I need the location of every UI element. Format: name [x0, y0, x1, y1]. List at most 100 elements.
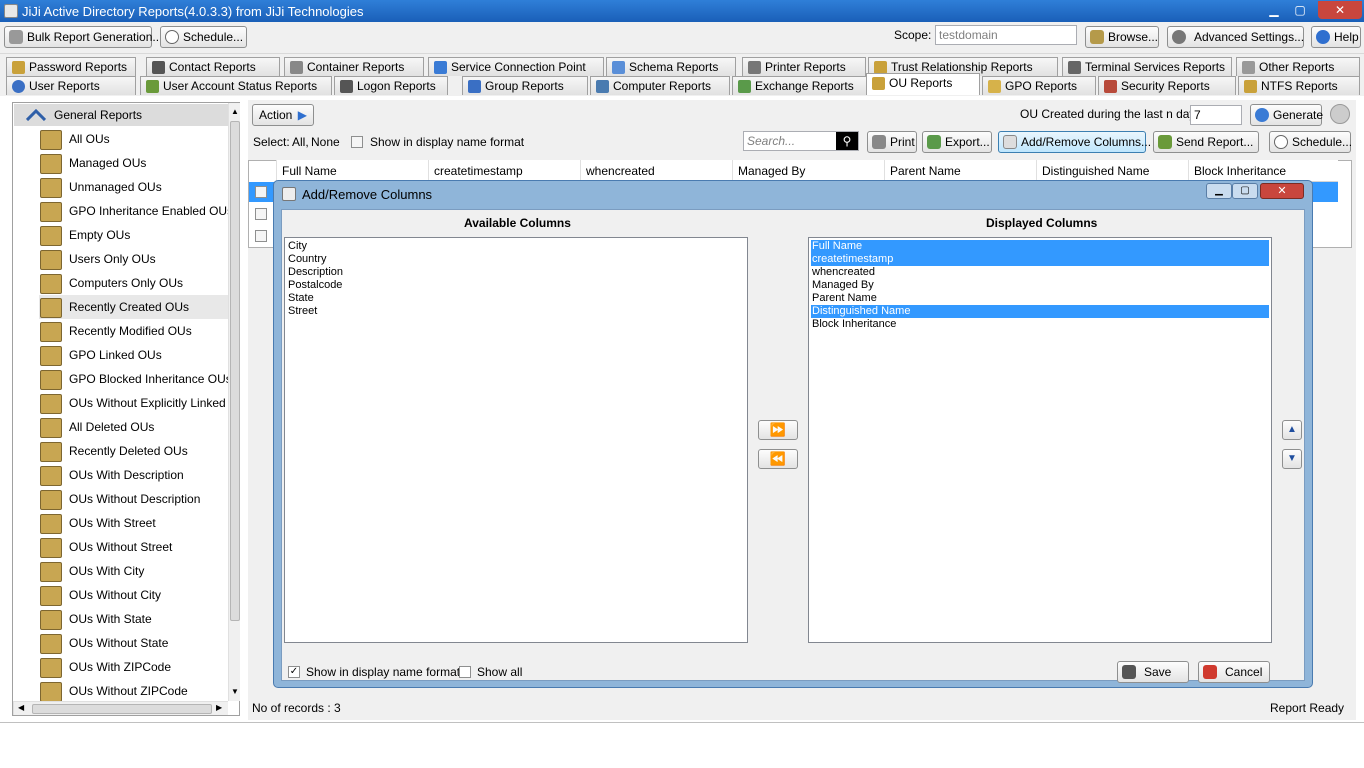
add-remove-columns-button[interactable]: Add/Remove Columns...: [998, 131, 1151, 153]
left-hscroll-thumb[interactable]: [32, 704, 212, 714]
save-button[interactable]: Save: [1117, 661, 1189, 683]
row-checkbox[interactable]: [255, 230, 267, 242]
tab-security-reports[interactable]: Security Reports: [1098, 76, 1236, 95]
available-column-item[interactable]: State: [287, 292, 314, 305]
nav-item[interactable]: OUs With State: [39, 607, 229, 631]
ou-days-input[interactable]: 7: [1190, 105, 1242, 125]
tab-logon-reports[interactable]: Logon Reports: [334, 76, 448, 95]
close-button[interactable]: ✕: [1318, 1, 1362, 19]
send-report-button[interactable]: Send Report...: [1153, 131, 1259, 153]
nav-item[interactable]: Users Only OUs: [39, 247, 229, 271]
left-horizontal-scrollbar[interactable]: ◀ ▶: [13, 701, 228, 715]
displayed-column-item[interactable]: Block Inheritance: [811, 318, 896, 331]
available-column-item[interactable]: Postalcode: [287, 279, 342, 292]
schedule-button[interactable]: Schedule...: [160, 26, 247, 48]
nav-item[interactable]: OUs Without Description: [39, 487, 229, 511]
displayed-column-item[interactable]: Parent Name: [811, 292, 877, 305]
available-columns-list[interactable]: City Country Description Postalcode State Str…: [284, 237, 748, 643]
nav-item[interactable]: OUs With ZIPCode: [39, 655, 229, 679]
column-header[interactable]: Full Name: [276, 160, 428, 182]
move-down-button[interactable]: ▼: [1282, 449, 1302, 469]
displayed-column-item[interactable]: whencreated: [811, 266, 875, 279]
browse-button[interactable]: Browse...: [1085, 26, 1159, 48]
show-display-name-checkbox[interactable]: ✓: [288, 666, 300, 678]
dialog-maximize-button[interactable]: ▢: [1232, 183, 1258, 199]
nav-item[interactable]: All Deleted OUs: [39, 415, 229, 439]
displayed-column-item[interactable]: Managed By: [811, 279, 874, 292]
left-vertical-scrollbar[interactable]: ▲ ▼: [228, 103, 240, 701]
column-header[interactable]: whencreated: [580, 160, 732, 182]
column-header[interactable]: Parent Name: [884, 160, 1036, 182]
tab-ntfs-reports[interactable]: NTFS Reports: [1238, 76, 1360, 95]
column-header[interactable]: createtimestamp: [428, 160, 580, 182]
nav-item[interactable]: Recently Modified OUs: [39, 319, 229, 343]
tab-ou-reports[interactable]: OU Reports: [866, 73, 980, 95]
row-checkbox[interactable]: [255, 208, 267, 220]
tab-schema-reports[interactable]: Schema Reports: [606, 57, 736, 76]
nav-item[interactable]: OUs With City: [39, 559, 229, 583]
available-column-item[interactable]: Street: [287, 305, 317, 318]
nav-item[interactable]: GPO Blocked Inheritance OUs: [39, 367, 229, 391]
available-column-item[interactable]: Country: [287, 253, 327, 266]
column-header[interactable]: Distinguished Name: [1036, 160, 1188, 182]
tab-exchange-reports[interactable]: Exchange Reports: [732, 76, 868, 95]
displayed-column-item[interactable]: createtimestamp: [811, 253, 1269, 266]
nav-item[interactable]: GPO Linked OUs: [39, 343, 229, 367]
add-column-button[interactable]: ⏩: [758, 420, 798, 440]
scope-input[interactable]: testdomain: [935, 25, 1077, 45]
show-all-checkbox[interactable]: [459, 666, 471, 678]
nav-item[interactable]: OUs Without Explicitly Linked GP: [39, 391, 229, 415]
nav-item[interactable]: All OUs: [39, 127, 229, 151]
cancel-button[interactable]: Cancel: [1198, 661, 1270, 683]
tab-user-account-status-reports[interactable]: User Account Status Reports: [140, 76, 332, 95]
tab-terminal-services-reports[interactable]: Terminal Services Reports: [1062, 57, 1232, 76]
dialog-close-button[interactable]: ✕: [1260, 183, 1304, 199]
nav-item[interactable]: Computers Only OUs: [39, 271, 229, 295]
action-button[interactable]: Action ▶: [252, 104, 314, 126]
tab-other-reports[interactable]: Other Reports: [1236, 57, 1360, 76]
select-all-link[interactable]: All,: [292, 135, 309, 149]
print-button[interactable]: Print: [867, 131, 917, 153]
tab-printer-reports[interactable]: Printer Reports: [742, 57, 866, 76]
available-column-item[interactable]: City: [287, 240, 307, 253]
tab-user-reports[interactable]: User Reports: [6, 76, 136, 95]
tab-service-connection-point[interactable]: Service Connection Point: [428, 57, 604, 76]
bulk-report-button[interactable]: Bulk Report Generation...: [4, 26, 162, 48]
remove-column-button[interactable]: ⏪: [758, 449, 798, 469]
minimize-button[interactable]: ▁: [1262, 1, 1286, 19]
displayed-column-item[interactable]: Distinguished Name: [811, 305, 1269, 318]
row-checkbox[interactable]: [255, 186, 267, 198]
nav-item[interactable]: Recently Deleted OUs: [39, 439, 229, 463]
schedule-report-button[interactable]: Schedule...: [1269, 131, 1352, 153]
tab-container-reports[interactable]: Container Reports: [284, 57, 424, 76]
nav-item[interactable]: OUs With Description: [39, 463, 229, 487]
stop-icon[interactable]: [1330, 104, 1350, 124]
nav-item[interactable]: OUs With Street: [39, 511, 229, 535]
displayed-columns-list[interactable]: Full Name createtimestamp whencreated Manag…: [808, 237, 1272, 643]
tab-password-reports[interactable]: Password Reports: [6, 57, 136, 76]
nav-item[interactable]: Recently Created OUs: [39, 295, 229, 319]
nav-item[interactable]: OUs Without ZIPCode: [39, 679, 229, 703]
scroll-down-icon[interactable]: ▼: [231, 687, 239, 696]
available-column-item[interactable]: Description: [287, 266, 343, 279]
tab-computer-reports[interactable]: Computer Reports: [590, 76, 730, 95]
export-button[interactable]: Export...: [922, 131, 992, 153]
nav-item[interactable]: OUs Without State: [39, 631, 229, 655]
nav-item[interactable]: OUs Without City: [39, 583, 229, 607]
dialog-minimize-button[interactable]: ▁: [1206, 183, 1232, 199]
tab-contact-reports[interactable]: Contact Reports: [146, 57, 280, 76]
select-none-link[interactable]: None: [311, 135, 340, 149]
scroll-up-icon[interactable]: ▲: [231, 107, 239, 116]
tab-group-reports[interactable]: Group Reports: [462, 76, 588, 95]
column-header[interactable]: Block Inheritance: [1188, 160, 1338, 182]
left-scroll-thumb[interactable]: [230, 121, 240, 621]
nav-item[interactable]: Unmanaged OUs: [39, 175, 229, 199]
display-name-checkbox[interactable]: [351, 136, 363, 148]
generate-button[interactable]: Generate: [1250, 104, 1323, 126]
nav-item[interactable]: GPO Inheritance Enabled OUs: [39, 199, 229, 223]
nav-item[interactable]: OUs Without Street: [39, 535, 229, 559]
displayed-column-item[interactable]: Full Name: [811, 240, 1269, 253]
nav-item[interactable]: Managed OUs: [39, 151, 229, 175]
scroll-right-icon[interactable]: ▶: [216, 703, 222, 712]
column-header[interactable]: Managed By: [732, 160, 884, 182]
